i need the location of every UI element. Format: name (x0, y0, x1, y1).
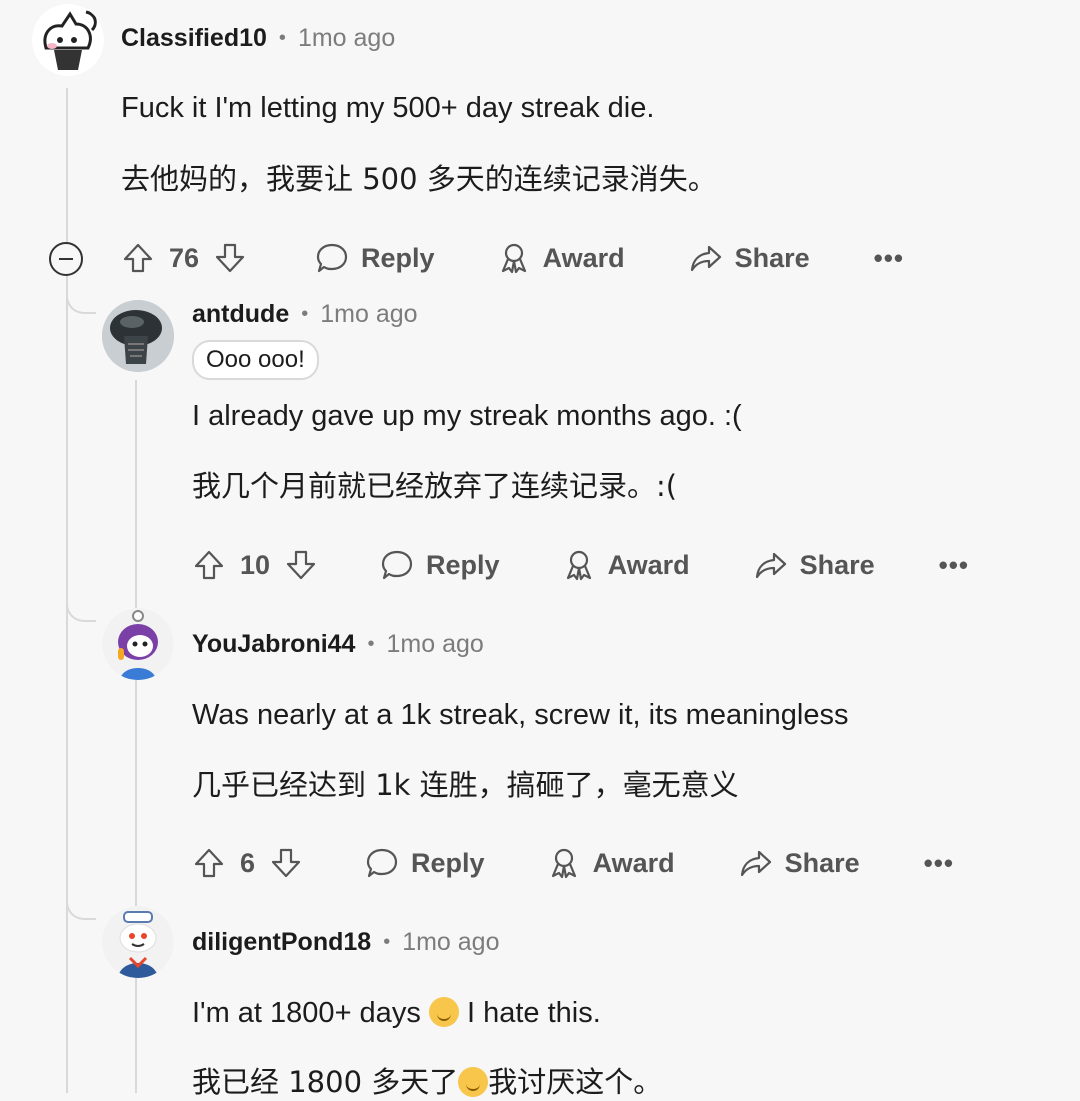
timestamp: 1mo ago (297, 24, 396, 52)
share-button[interactable]: Share (689, 241, 810, 275)
award-label: Award (592, 847, 675, 878)
comment-text-en: Was nearly at a 1k streak, screw it, its… (192, 699, 849, 731)
share-label: Share (734, 242, 810, 273)
comment-text-en: Fuck it I'm letting my 500+ day streak d… (121, 92, 655, 124)
meta-separator: • (301, 303, 309, 325)
username[interactable]: Classified10 (121, 24, 267, 53)
avatar[interactable] (32, 4, 104, 76)
downvote-button[interactable] (213, 241, 247, 275)
upvote-button[interactable] (192, 548, 226, 582)
award-label: Award (542, 242, 625, 273)
thread-line-level2[interactable] (135, 380, 137, 1093)
reply-button[interactable]: Reply (365, 846, 485, 880)
comment-text-en-part1: I'm at 1800+ days (192, 997, 421, 1029)
sailor-snoo-avatar-icon (102, 906, 174, 978)
comment-text-en: I already gave up my streak months ago. … (192, 400, 742, 432)
meta-separator: • (278, 27, 286, 49)
user-flair: Ooo ooo! (192, 340, 319, 380)
share-label: Share (799, 549, 875, 580)
upvote-button[interactable] (192, 846, 226, 880)
award-ribbon-icon (566, 550, 591, 581)
purple-hair-avatar-icon (102, 608, 174, 680)
downvote-arrow-icon (271, 848, 301, 878)
smiling-face-emoji-icon (428, 997, 459, 1027)
award-button[interactable]: Award (562, 548, 690, 582)
vote-count: 10 (240, 549, 271, 580)
upvote-arrow-icon (194, 550, 224, 580)
award-label: Award (607, 549, 690, 580)
reply-button[interactable]: Reply (380, 548, 500, 582)
meta-separator: • (367, 633, 375, 655)
collapse-thread-button[interactable] (49, 242, 83, 276)
comment-text-zh-part2: 我讨厌这个。 (488, 1065, 663, 1099)
share-arrow-icon (755, 552, 786, 579)
share-label: Share (784, 847, 860, 878)
share-arrow-icon (690, 245, 721, 272)
username[interactable]: diligentPond18 (192, 928, 371, 957)
timestamp: 1mo ago (320, 300, 418, 328)
reply-label: Reply (426, 549, 500, 580)
award-button[interactable]: Award (547, 846, 675, 880)
speech-bubble-icon (366, 848, 398, 878)
avatar[interactable] (102, 608, 174, 680)
upvote-arrow-icon (123, 243, 153, 273)
comment-text-zh: 几乎已经达到 1k 连胜，搞砸了，毫无意义 (192, 768, 739, 802)
reply-label: Reply (361, 242, 435, 273)
thread-branch-3 (66, 888, 96, 920)
username[interactable]: antdude (192, 300, 289, 329)
username[interactable]: YouJabroni44 (192, 630, 355, 659)
downvote-arrow-icon (215, 243, 245, 273)
comment-text-zh: 去他妈的，我要让 500 多天的连续记录消失。 (121, 162, 717, 196)
alien-avatar-icon (102, 300, 174, 372)
share-arrow-icon (740, 850, 771, 877)
vote-count: 76 (169, 242, 200, 273)
vote-count: 6 (240, 847, 256, 878)
reply-label: Reply (411, 847, 485, 878)
meta-separator: • (383, 931, 391, 953)
award-ribbon-icon (551, 848, 576, 879)
downvote-arrow-icon (286, 550, 316, 580)
skull-cat-avatar-icon (43, 10, 97, 70)
timestamp: 1mo ago (402, 928, 500, 956)
avatar[interactable] (102, 906, 174, 978)
reply-button[interactable]: Reply (315, 241, 435, 275)
downvote-button[interactable] (284, 548, 318, 582)
more-options-button[interactable]: ••• (939, 550, 969, 581)
more-options-button[interactable]: ••• (874, 243, 904, 274)
award-ribbon-icon (501, 243, 526, 274)
timestamp: 1mo ago (386, 630, 484, 658)
minus-icon (59, 257, 73, 261)
speech-bubble-icon (381, 550, 413, 580)
avatar[interactable] (102, 300, 174, 372)
thread-branch-1 (66, 282, 96, 314)
upvote-arrow-icon (194, 848, 224, 878)
comment-text-zh: 我几个月前就已经放弃了连续记录。:( (192, 469, 678, 503)
award-button[interactable]: Award (497, 241, 625, 275)
comment-text-zh: 我已经 1800 多天了 我讨厌这个。 (192, 1059, 662, 1101)
share-button[interactable]: Share (739, 846, 860, 880)
more-options-button[interactable]: ••• (924, 848, 954, 879)
share-button[interactable]: Share (754, 548, 875, 582)
upvote-button[interactable] (121, 241, 155, 275)
speech-bubble-icon (316, 243, 348, 273)
thread-branch-2 (66, 590, 96, 622)
comment-text-zh-part1: 我已经 1800 多天了 (192, 1065, 459, 1099)
comment-text-en: I'm at 1800+ days I hate this. (192, 997, 601, 1030)
downvote-button[interactable] (269, 846, 303, 880)
comment-text-en-part2: I hate this. (466, 997, 601, 1029)
